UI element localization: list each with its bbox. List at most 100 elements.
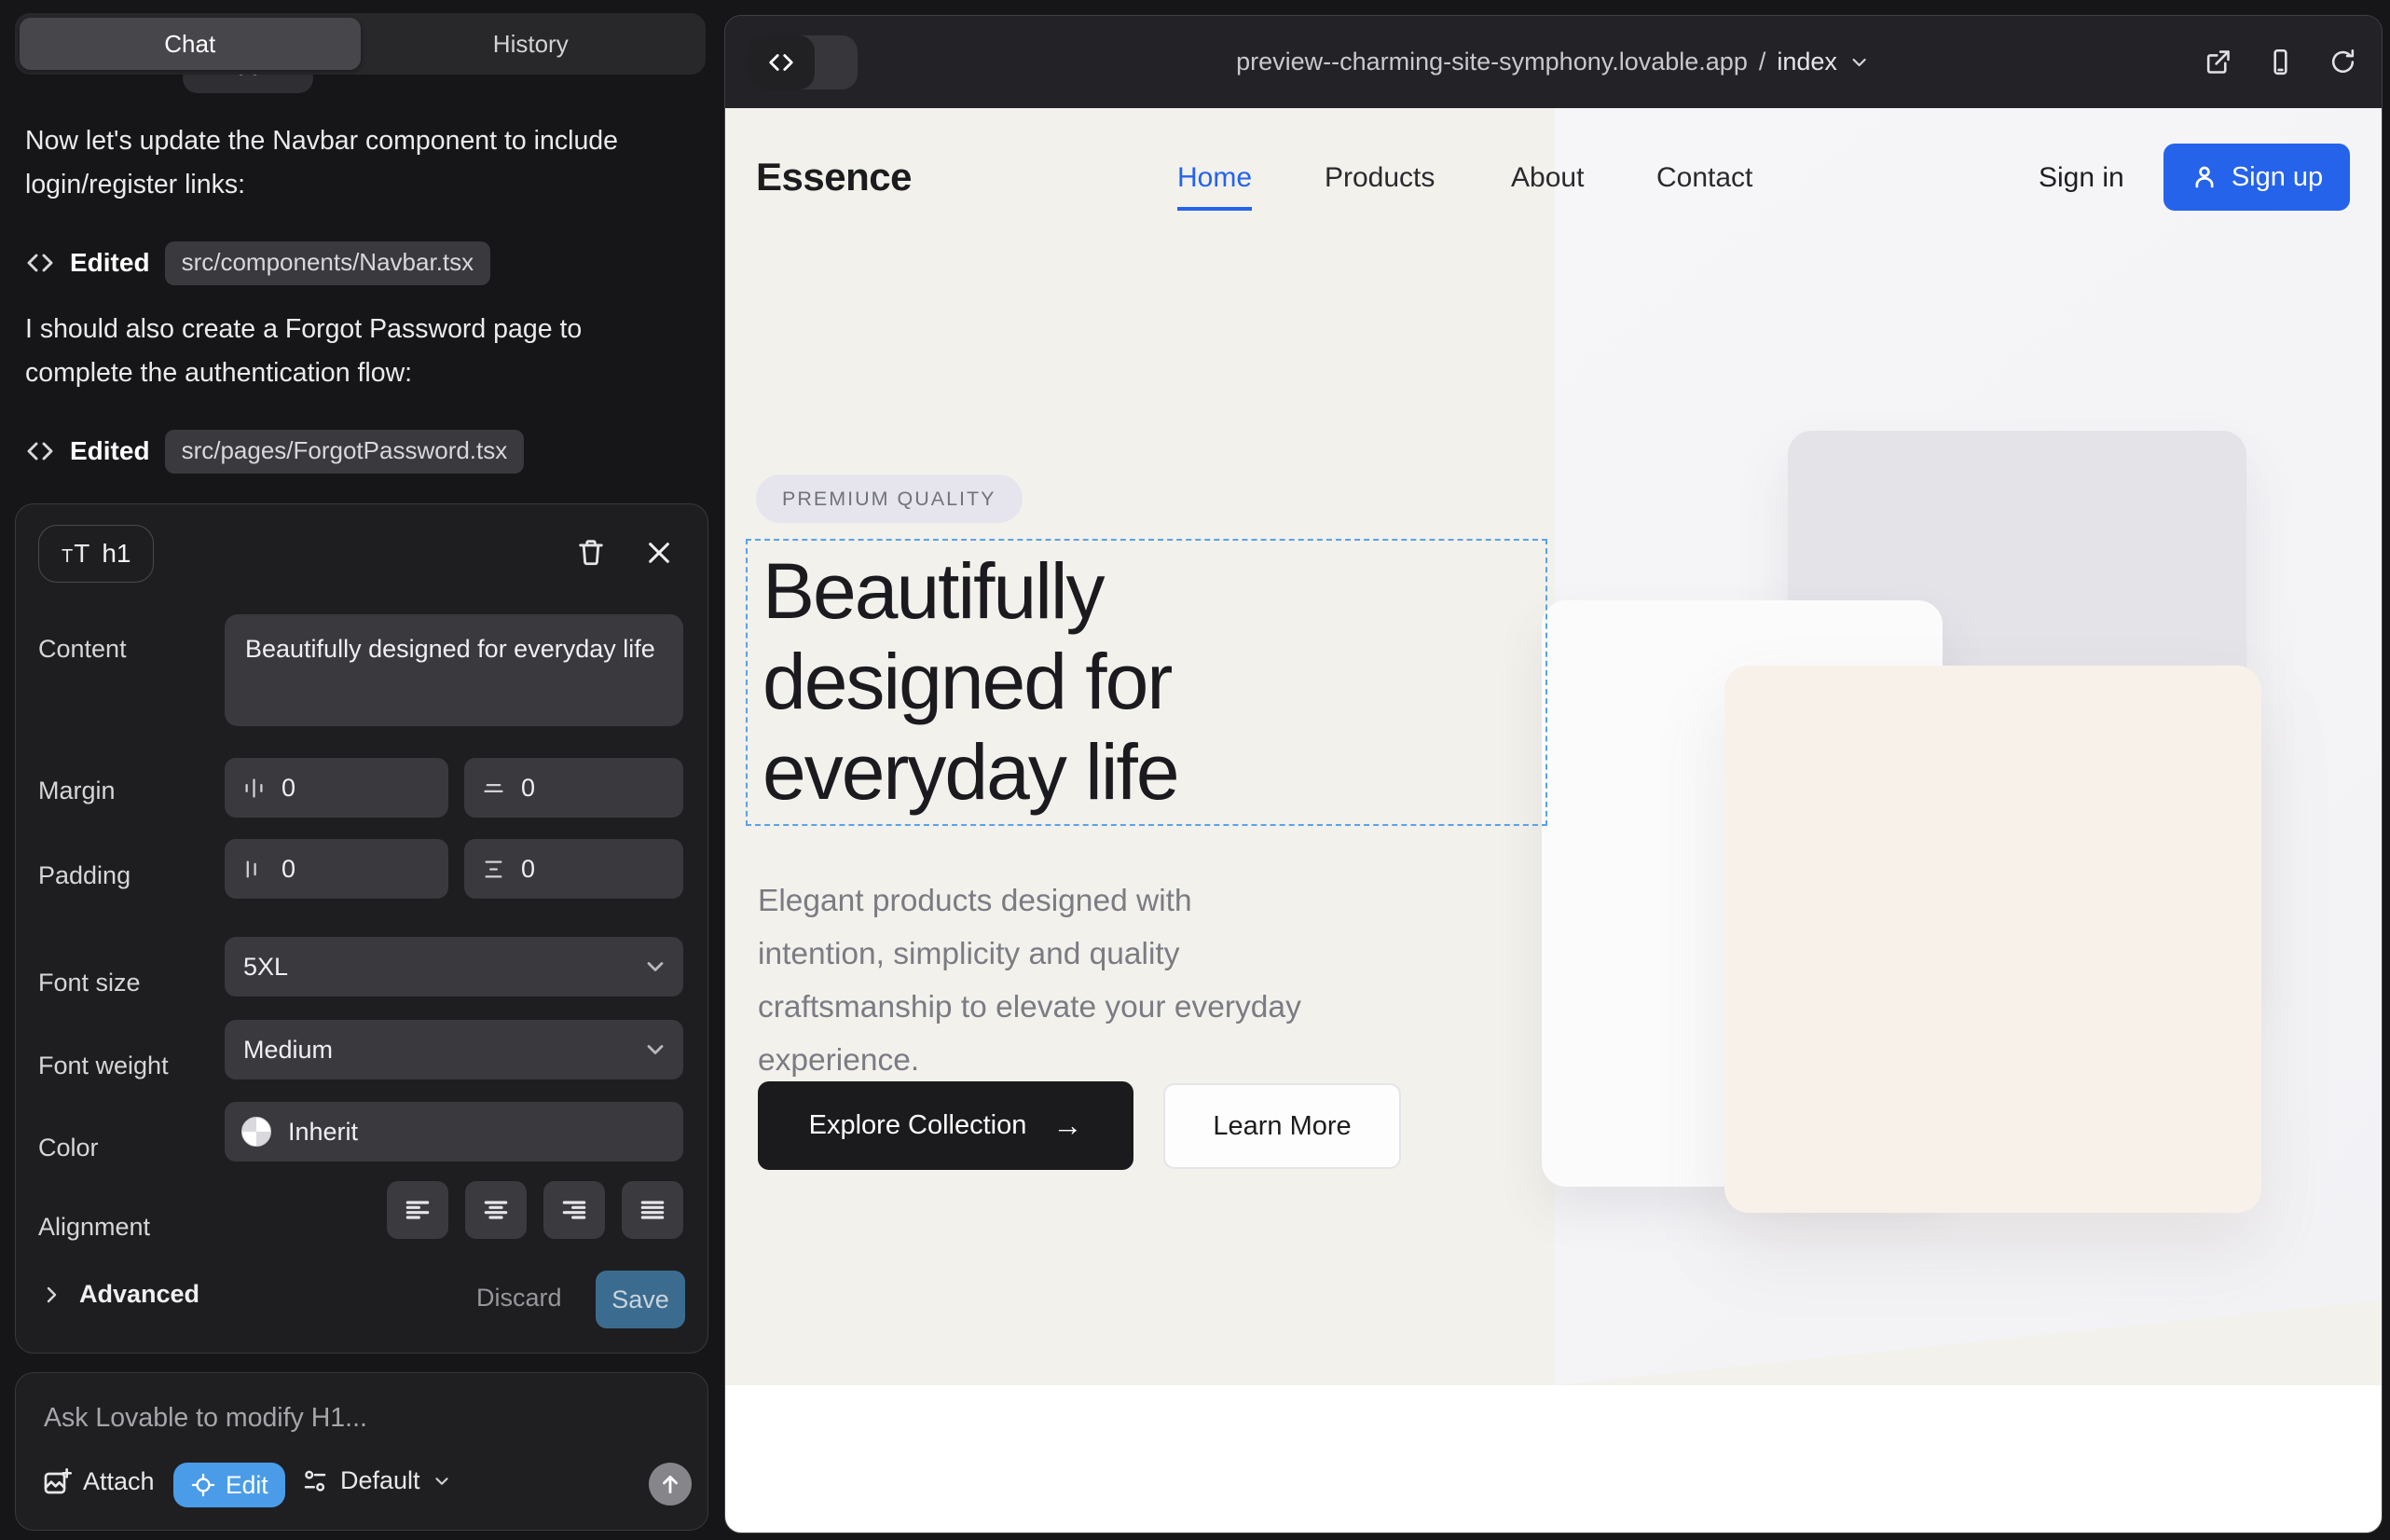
save-button[interactable]: Save [596, 1271, 685, 1328]
edit-label: Edit [226, 1471, 268, 1500]
hero-paragraph: Elegant products designed with intention… [758, 874, 1326, 1087]
align-left-button[interactable] [387, 1181, 448, 1239]
element-tag-pill[interactable]: TT h1 [38, 525, 154, 583]
attach-button[interactable]: Attach [42, 1466, 155, 1496]
default-mode-dropdown[interactable]: Default [301, 1466, 452, 1495]
hero-section: Essence Home Products About Contact Sign… [725, 108, 2383, 1385]
hero-heading-line: everyday life [762, 727, 1545, 818]
learn-more-button[interactable]: Learn More [1163, 1083, 1401, 1169]
margin-y-value: 0 [521, 774, 535, 803]
font-size-select[interactable]: 5XL [225, 937, 683, 997]
discard-button[interactable]: Discard [476, 1284, 562, 1313]
chevron-down-icon [1848, 51, 1871, 74]
padding-y-value: 0 [521, 855, 535, 884]
align-right-icon [559, 1195, 589, 1225]
color-value: Inherit [288, 1118, 358, 1147]
advanced-label: Advanced [79, 1280, 199, 1309]
edited-file-row[interactable]: Edited src/components/Navbar.tsx [25, 241, 490, 285]
alignment-label: Alignment [38, 1213, 150, 1242]
padding-x-input[interactable]: 0 [225, 839, 448, 899]
nav-link-contact[interactable]: Contact [1656, 162, 1752, 194]
typography-icon: TT [62, 539, 90, 569]
padding-y-input[interactable]: 0 [464, 839, 683, 899]
code-icon [25, 248, 55, 278]
chevron-down-icon [432, 1471, 452, 1492]
url-page: index [1777, 48, 1837, 76]
decor-card-cream [1724, 666, 2261, 1213]
sign-in-link[interactable]: Sign in [2039, 162, 2124, 194]
hero-heading-line: Beautifully [762, 546, 1545, 637]
align-center-button[interactable] [465, 1181, 527, 1239]
code-icon [25, 436, 55, 466]
hero-heading-line: designed for [762, 637, 1545, 727]
font-size-value: 5XL [243, 953, 288, 982]
margin-y-icon [481, 776, 506, 801]
chat-message: I should also create a Forgot Password p… [25, 308, 659, 395]
file-chip[interactable]: src/pages/ForgotPassword.tsx [165, 430, 525, 474]
content-label: Content [38, 635, 127, 664]
close-icon[interactable] [644, 538, 674, 568]
code-preview-toggle[interactable] [748, 35, 858, 89]
chrome-actions [2204, 16, 2357, 108]
code-icon [767, 48, 795, 76]
align-left-icon [403, 1195, 433, 1225]
attach-icon [42, 1466, 72, 1496]
margin-x-value: 0 [282, 774, 295, 803]
url-separator: / [1759, 48, 1766, 76]
trash-icon[interactable] [575, 536, 607, 568]
chevron-down-icon [642, 1037, 668, 1063]
url-breadcrumb[interactable]: preview--charming-site-symphony.lovable.… [1236, 16, 1871, 108]
site-logo[interactable]: Essence [756, 155, 912, 199]
send-arrow-icon [658, 1472, 682, 1496]
send-button[interactable] [649, 1463, 692, 1506]
padding-label: Padding [38, 861, 130, 890]
align-justify-icon [638, 1195, 667, 1225]
chat-history-tabbar: Chat History [15, 13, 706, 75]
tab-chat[interactable]: Chat [20, 18, 361, 70]
nav-link-products[interactable]: Products [1325, 162, 1435, 194]
app-root: Chat History Now let's update the Navbar… [0, 0, 2390, 1540]
nav-link-home[interactable]: Home [1177, 162, 1252, 211]
font-weight-label: Font weight [38, 1052, 169, 1080]
chevron-down-icon [642, 954, 668, 980]
explore-collection-button[interactable]: Explore Collection → [758, 1081, 1133, 1170]
advanced-toggle[interactable]: Advanced [40, 1280, 199, 1309]
explore-collection-label: Explore Collection [809, 1110, 1027, 1141]
edited-file-row[interactable]: Edited src/pages/ForgotPassword.tsx [25, 429, 524, 474]
composer-input[interactable]: Ask Lovable to modify H1... [44, 1403, 367, 1434]
padding-x-icon [241, 857, 267, 882]
external-link-icon[interactable] [2204, 48, 2232, 76]
premium-quality-badge: PREMIUM QUALITY [756, 474, 1023, 523]
content-textarea[interactable]: Beautifully designed for everyday life [225, 614, 683, 726]
sign-up-label: Sign up [2232, 162, 2323, 193]
sliders-icon [301, 1467, 329, 1495]
font-weight-select[interactable]: Medium [225, 1020, 683, 1079]
refresh-icon[interactable] [2328, 48, 2357, 76]
default-label: Default [340, 1466, 420, 1495]
align-center-icon [481, 1195, 511, 1225]
mobile-icon[interactable] [2266, 48, 2295, 76]
selected-h1-outline[interactable]: Beautifully designed for everyday life [746, 539, 1547, 826]
align-justify-button[interactable] [622, 1181, 683, 1239]
edit-mode-button[interactable]: Edit [173, 1463, 285, 1507]
color-select[interactable]: Inherit [225, 1102, 683, 1162]
attach-label: Attach [83, 1467, 155, 1496]
edit-target-icon [190, 1472, 216, 1498]
user-icon [2191, 163, 2218, 191]
color-label: Color [38, 1134, 99, 1162]
sign-up-button[interactable]: Sign up [2163, 144, 2350, 211]
hero-heading: Beautifully designed for everyday life [748, 541, 1545, 818]
file-chip[interactable]: src/components/Navbar.tsx [165, 241, 491, 285]
edited-label: Edited [70, 436, 150, 466]
font-size-label: Font size [38, 969, 141, 997]
element-inspector-panel: TT h1 Content Beautifully designed for e… [15, 503, 708, 1354]
tab-history[interactable]: History [361, 18, 702, 70]
chat-composer: Ask Lovable to modify H1... Attach Edit … [15, 1372, 708, 1531]
margin-x-icon [241, 776, 267, 801]
code-toggle-segment[interactable] [748, 35, 815, 89]
preview-page: Essence Home Products About Contact Sign… [725, 108, 2383, 1533]
margin-x-input[interactable]: 0 [225, 758, 448, 818]
margin-y-input[interactable]: 0 [464, 758, 683, 818]
align-right-button[interactable] [543, 1181, 605, 1239]
nav-link-about[interactable]: About [1511, 162, 1584, 194]
